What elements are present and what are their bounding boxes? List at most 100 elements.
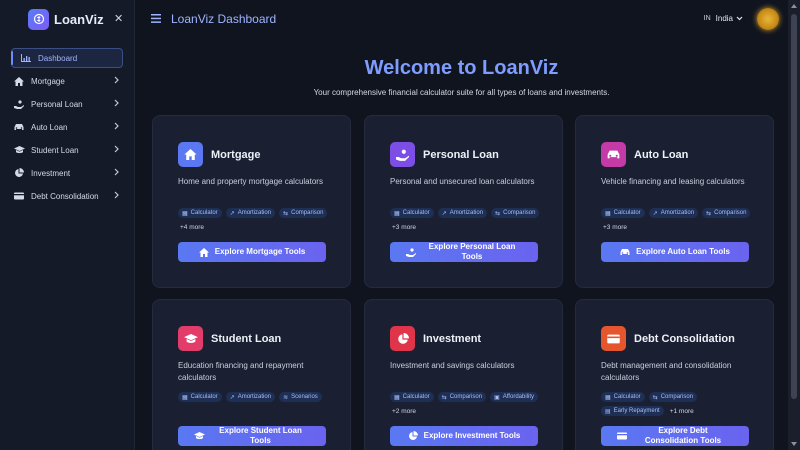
sidebar: LoanViz ✕ Dashboard Mortgage Personal Lo… [0,0,135,450]
sidebar-item-label: Mortgage [31,76,65,86]
sidebar-header: LoanViz ✕ [0,0,134,38]
explore-auto-loan-button[interactable]: Explore Auto Loan Tools [601,242,749,262]
avatar[interactable] [757,8,779,30]
page-title: LoanViz Dashboard [171,12,277,26]
sidebar-item-label: Dashboard [38,53,78,63]
scrollbar[interactable] [788,0,800,450]
card-personal-loan: Personal Loan Personal and unsecured loa… [364,115,563,288]
card-title: Investment [423,333,482,345]
line-chart-icon: ↗ [229,394,235,401]
sidebar-item-student-loan[interactable]: Student Loan [12,140,123,160]
sidebar-item-mortgage[interactable]: Mortgage [12,71,123,91]
sidebar-nav: Dashboard Mortgage Personal Loan Auto Lo… [0,38,134,206]
pie-chart-icon [408,431,418,441]
sidebar-item-investment[interactable]: Investment [12,163,123,183]
explore-mortgage-button[interactable]: Explore Mortgage Tools [178,242,326,262]
card-tags: ▦ Calculator ↗ Amortization ⇆ Comparison +3… [390,208,550,232]
chevron-right-icon [114,122,119,132]
button-label: Explore Auto Loan Tools [636,247,730,256]
tag: ↗ Amortization [225,208,276,218]
card-tags: ▦ Calculator ↗ Amortization ⇆ Comparison +3… [601,208,761,232]
button-label: Explore Debt Consolidation Tools [644,426,722,445]
button-label: Explore Mortgage Tools [214,247,306,256]
graduation-cap-icon [193,432,205,440]
credit-card-icon [12,192,26,200]
calculator-icon: ▦ [182,394,188,401]
top-bar: LoanViz Dashboard IN India [135,0,788,38]
welcome-subtitle: Your comprehensive financial calculator … [313,88,610,97]
tag: ⇆ Comparison [648,392,698,402]
card-tags: ▦ Calculator ⇆ Comparison ▣ Affordability +… [390,392,550,416]
scroll-down-arrow-icon[interactable] [791,442,797,446]
sidebar-item-auto-loan[interactable]: Auto Loan [12,117,123,137]
chart-bar-icon [19,54,33,62]
card-title: Student Loan [211,333,282,345]
card-description: Investment and savings calculators [390,361,515,370]
tag: ▦ Calculator [178,208,222,218]
wallet-icon: ▣ [494,394,500,401]
card-auto-loan: Auto Loan Vehicle financing and leasing … [575,115,774,288]
compare-icon: ⇆ [283,210,289,217]
card-investment: Investment Investment and savings calcul… [364,299,563,450]
chevron-down-icon [736,16,743,21]
logo-text: LoanViz [54,11,104,27]
card-title: Personal Loan [423,149,499,161]
chevron-right-icon [114,99,119,109]
card-title: Debt Consolidation [634,333,735,345]
tag: ▦ Calculator [601,392,645,402]
tag: ⇆ Comparison [702,208,751,218]
chevron-right-icon [114,145,119,155]
card-description: Home and property mortgage calculators [178,177,323,186]
tag: ▦ Calculator [390,208,434,218]
card-tags: ▦ Calculator ↗ Amortization ≋ Scenarios [178,392,338,402]
tag: ≋ Scenarios [279,392,322,402]
more-tags-count: +3 more [392,223,417,231]
explore-personal-loan-button[interactable]: Explore Personal Loan Tools [390,242,538,262]
tag: ⇆ Comparison [437,392,487,402]
button-label: Explore Personal Loan Tools [428,242,516,261]
tag: ⇆ Comparison [279,208,328,218]
tag: ↗ Amortization [225,392,276,402]
sidebar-item-dashboard[interactable]: Dashboard [11,48,123,68]
sidebar-item-personal-loan[interactable]: Personal Loan [12,94,123,114]
more-tags-count: +3 more [603,223,628,231]
explore-student-loan-button[interactable]: Explore Student Loan Tools [178,426,326,446]
scroll-up-arrow-icon[interactable] [791,4,797,8]
language-code: IN [703,15,711,22]
sidebar-item-label: Auto Loan [31,122,68,132]
menu-icon[interactable] [151,10,161,28]
card-title: Auto Loan [634,149,689,161]
line-chart-icon: ↗ [652,210,658,217]
calculator-icon: ▦ [394,210,400,217]
car-icon [620,248,630,256]
card-tags: ▦ Calculator ⇆ Comparison ▤ Early Repayment… [601,392,761,416]
card-description: Vehicle financing and leasing calculator… [601,177,745,186]
language-selector[interactable]: IN India [704,14,743,23]
compare-icon: ⇆ [706,210,712,217]
card-description: Debt management and consolidation calcul… [601,361,732,382]
car-icon [601,142,626,167]
button-label: Explore Student Loan Tools [219,426,302,445]
sidebar-item-label: Investment [31,168,71,178]
chevron-right-icon [114,76,119,86]
card-debt-consolidation: Debt Consolidation Debt management and c… [575,299,774,450]
explore-investment-button[interactable]: Explore Investment Tools [390,426,538,446]
explore-debt-consolidation-button[interactable]: Explore Debt Consolidation Tools [601,426,749,446]
card-mortgage: Mortgage Home and property mortgage calc… [152,115,351,288]
tag: ▦ Calculator [601,208,645,218]
credit-card-icon [601,326,626,351]
calculator-icon: ▦ [182,210,188,217]
calculator-icon: ▦ [605,210,611,217]
chevron-right-icon [114,168,119,178]
hand-coin-icon [12,99,26,109]
hand-coin-icon [390,142,415,167]
hand-coin-icon [406,247,416,257]
more-tags-count: +4 more [180,223,205,231]
close-icon[interactable]: ✕ [114,12,123,25]
line-chart-icon: ↗ [229,210,235,217]
scroll-thumb[interactable] [791,14,797,399]
welcome-heading: Welcome to LoanViz [364,57,559,79]
language-label: India [715,14,733,23]
card-description: Education financing and repayment calcul… [178,361,304,382]
sidebar-item-debt-consolidation[interactable]: Debt Consolidation [12,186,123,206]
